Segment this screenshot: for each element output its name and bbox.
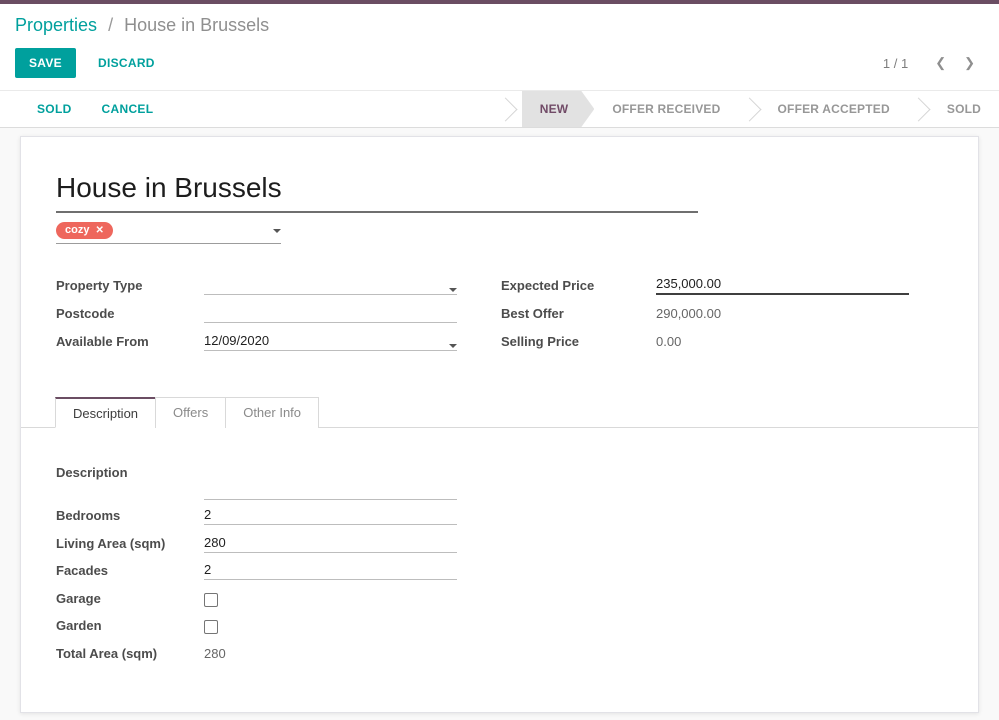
field-best-offer: Best Offer 290,000.00 xyxy=(501,302,911,323)
total-area-label: Total Area (sqm) xyxy=(56,646,204,663)
field-expected-price: Expected Price 235,000.00 xyxy=(501,274,911,295)
chevron-down-icon[interactable] xyxy=(449,344,457,348)
tag-remove-icon[interactable]: ✕ xyxy=(95,225,103,236)
breadcrumb-separator: / xyxy=(108,15,113,35)
bedrooms-value: 2 xyxy=(204,507,211,522)
field-living-area: Living Area (sqm) 280 xyxy=(56,533,943,553)
content-area: House in Brussels cozy ✕ Property Type xyxy=(0,128,999,713)
description-tab-content: Description Bedrooms 2 Living Area (sqm)… xyxy=(21,428,978,663)
field-garage: Garage xyxy=(56,588,943,608)
field-postcode: Postcode xyxy=(56,302,458,323)
tab-description[interactable]: Description xyxy=(55,397,156,428)
breadcrumb-properties-link[interactable]: Properties xyxy=(15,15,97,35)
discard-button[interactable]: DISCARD xyxy=(84,48,169,78)
facades-value: 2 xyxy=(204,562,211,577)
bedrooms-label: Bedrooms xyxy=(56,508,204,525)
description-label: Description xyxy=(56,463,204,482)
available-from-value: 12/09/2020 xyxy=(204,333,269,348)
action-buttons: SOLD CANCEL xyxy=(25,91,165,127)
status-separator-icon xyxy=(493,97,517,121)
status-separator-icon xyxy=(737,97,761,121)
control-panel: SAVE DISCARD 1 / 1 ❮ ❯ xyxy=(0,40,999,91)
total-area-value: 280 xyxy=(204,643,457,663)
garage-label: Garage xyxy=(56,591,204,608)
property-type-label: Property Type xyxy=(56,278,204,295)
status-sold[interactable]: SOLD xyxy=(929,91,999,127)
garden-label: Garden xyxy=(56,618,204,635)
expected-price-input[interactable]: 235,000.00 xyxy=(656,275,909,295)
field-description: Description xyxy=(56,463,943,500)
status-separator-icon xyxy=(906,97,930,121)
status-offer-received[interactable]: OFFER RECEIVED xyxy=(594,91,738,127)
expected-price-value: 235,000.00 xyxy=(656,276,721,291)
field-property-type: Property Type xyxy=(56,274,458,295)
field-total-area: Total Area (sqm) 280 xyxy=(56,643,943,663)
pager-prev-icon[interactable]: ❮ xyxy=(926,53,955,73)
field-bedrooms: Bedrooms 2 xyxy=(56,505,943,525)
tags-input[interactable]: cozy ✕ xyxy=(56,222,281,244)
postcode-input[interactable] xyxy=(204,303,457,323)
record-title-input[interactable]: House in Brussels xyxy=(56,170,698,213)
field-garden: Garden xyxy=(56,615,943,635)
chevron-down-icon[interactable] xyxy=(449,288,457,292)
expected-price-label: Expected Price xyxy=(501,278,656,295)
field-column-left: Property Type Postcode Available Fr xyxy=(56,274,458,358)
tab-offers[interactable]: Offers xyxy=(155,397,226,428)
garage-checkbox[interactable] xyxy=(204,593,218,607)
status-offer-accepted[interactable]: OFFER ACCEPTED xyxy=(760,91,908,127)
living-area-value: 280 xyxy=(204,535,226,550)
breadcrumb-current: House in Brussels xyxy=(124,15,269,35)
pager: 1 / 1 ❮ ❯ xyxy=(883,53,984,73)
tab-other-info[interactable]: Other Info xyxy=(225,397,319,428)
save-button[interactable]: SAVE xyxy=(15,48,76,78)
available-from-label: Available From xyxy=(56,334,204,351)
bedrooms-input[interactable]: 2 xyxy=(204,505,457,525)
postcode-label: Postcode xyxy=(56,306,204,323)
best-offer-value: 290,000.00 xyxy=(656,303,909,323)
sold-button[interactable]: SOLD xyxy=(25,96,84,122)
selling-price-label: Selling Price xyxy=(501,334,656,351)
tag-cozy[interactable]: cozy ✕ xyxy=(56,222,113,239)
field-selling-price: Selling Price 0.00 xyxy=(501,330,911,351)
tag-label: cozy xyxy=(65,224,89,236)
field-column-right: Expected Price 235,000.00 Best Offer 290… xyxy=(501,274,911,358)
property-type-select[interactable] xyxy=(204,275,457,295)
best-offer-label: Best Offer xyxy=(501,306,656,323)
notebook-tabs: Description Offers Other Info xyxy=(21,397,978,428)
field-grid: Property Type Postcode Available Fr xyxy=(56,274,943,358)
field-facades: Facades 2 xyxy=(56,560,943,580)
chevron-down-icon[interactable] xyxy=(273,229,281,233)
pager-count: 1 / 1 xyxy=(883,56,908,71)
available-from-datepicker[interactable]: 12/09/2020 xyxy=(204,331,457,351)
pager-next-icon[interactable]: ❯ xyxy=(955,53,984,73)
form-sheet: House in Brussels cozy ✕ Property Type xyxy=(20,136,979,713)
facades-input[interactable]: 2 xyxy=(204,560,457,580)
description-textarea[interactable] xyxy=(204,463,457,500)
action-bar: SOLD CANCEL NEW OFFER RECEIVED OFFER ACC… xyxy=(0,91,999,128)
breadcrumb: Properties / House in Brussels xyxy=(0,4,999,40)
garden-checkbox[interactable] xyxy=(204,620,218,634)
facades-label: Facades xyxy=(56,563,204,580)
selling-price-value: 0.00 xyxy=(656,331,909,351)
cancel-button[interactable]: CANCEL xyxy=(90,96,166,122)
statusbar: NEW OFFER RECEIVED OFFER ACCEPTED SOLD xyxy=(495,91,999,127)
status-new[interactable]: NEW xyxy=(522,91,595,127)
living-area-label: Living Area (sqm) xyxy=(56,536,204,553)
living-area-input[interactable]: 280 xyxy=(204,533,457,553)
field-available-from: Available From 12/09/2020 xyxy=(56,330,458,351)
